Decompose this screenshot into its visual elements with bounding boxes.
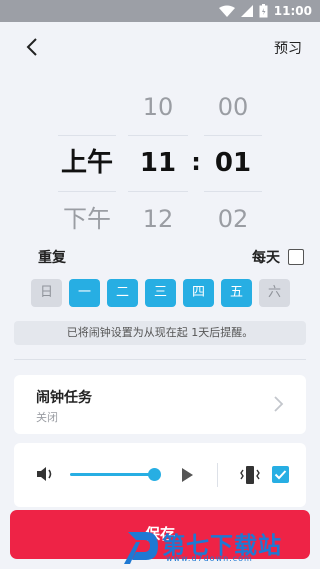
day-mon[interactable]: 一 bbox=[69, 279, 100, 307]
separator bbox=[217, 463, 218, 487]
minute-selected: 01 bbox=[214, 148, 252, 178]
minute-picker[interactable]: 00 01 02 bbox=[204, 80, 262, 247]
day-sat[interactable]: 六 bbox=[259, 279, 290, 307]
hour-below: 12 bbox=[142, 205, 174, 233]
check-icon bbox=[274, 470, 287, 480]
vibrate-icon bbox=[240, 466, 260, 484]
wifi-icon bbox=[218, 5, 235, 17]
back-button[interactable] bbox=[22, 36, 44, 58]
watermark: 第七下载站 www.d7down.com bbox=[122, 526, 282, 566]
everyday-label: 每天 bbox=[252, 250, 280, 266]
ampm-picker[interactable]: 上午 下午 bbox=[58, 80, 116, 247]
vibrate-checkbox[interactable] bbox=[272, 466, 289, 483]
watermark-url: www.d7down.com bbox=[166, 554, 253, 563]
status-time: 11:00 bbox=[273, 4, 312, 18]
signal-icon bbox=[240, 5, 253, 17]
sound-card bbox=[14, 443, 306, 507]
day-tue[interactable]: 二 bbox=[107, 279, 138, 307]
everyday-checkbox[interactable] bbox=[288, 249, 304, 265]
chevron-right-icon bbox=[274, 396, 284, 412]
task-title: 闹钟任务 bbox=[36, 390, 92, 406]
repeat-label: 重复 bbox=[38, 250, 66, 266]
minute-below: 02 bbox=[217, 205, 249, 233]
hour-selected: 11 bbox=[139, 148, 177, 178]
volume-slider-track[interactable] bbox=[70, 473, 154, 476]
status-bar: 11:00 bbox=[0, 0, 320, 22]
battery-icon bbox=[259, 4, 268, 18]
alarm-task-card[interactable]: 闹钟任务 关闭 bbox=[14, 375, 306, 434]
volume-icon bbox=[37, 467, 52, 481]
task-status: 关闭 bbox=[36, 411, 58, 424]
d7-logo-icon bbox=[124, 532, 158, 564]
weekday-selector: 日 一 二 三 四 五 六 bbox=[31, 279, 290, 307]
time-separator: : bbox=[191, 148, 201, 176]
ampm-above bbox=[58, 80, 116, 135]
day-fri[interactable]: 五 bbox=[221, 279, 252, 307]
ampm-selected: 上午 bbox=[60, 148, 113, 178]
everyday-toggle[interactable]: 每天 bbox=[252, 247, 304, 267]
day-sun[interactable]: 日 bbox=[31, 279, 62, 307]
hour-picker[interactable]: 10 11 12 bbox=[128, 80, 188, 247]
chevron-left-icon bbox=[26, 38, 37, 56]
alarm-notice: 已将闹钟设置为从现在起 1天后提醒。 bbox=[14, 321, 306, 345]
hour-above: 10 bbox=[142, 93, 174, 121]
day-wed[interactable]: 三 bbox=[145, 279, 176, 307]
preview-button[interactable]: 预习 bbox=[274, 38, 302, 58]
day-thu[interactable]: 四 bbox=[183, 279, 214, 307]
volume-slider-thumb[interactable] bbox=[148, 468, 161, 481]
play-icon[interactable] bbox=[180, 467, 194, 483]
divider bbox=[14, 359, 306, 360]
minute-above: 00 bbox=[217, 93, 249, 121]
ampm-below: 下午 bbox=[63, 205, 111, 233]
